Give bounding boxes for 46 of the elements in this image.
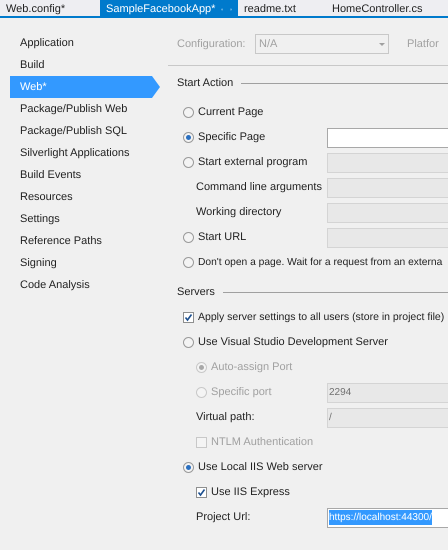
radio-button[interactable] — [183, 107, 194, 118]
option-label: Start URL — [198, 230, 246, 246]
radio-button[interactable] — [183, 157, 194, 168]
document-tab[interactable]: Web.config* — [0, 0, 100, 18]
sidebar-item[interactable]: Signing — [10, 252, 160, 274]
field-label: Virtual path: — [196, 410, 255, 426]
sidebar-item[interactable]: Package/Publish SQL — [10, 120, 160, 142]
option-label: Use Visual Studio Development Server — [198, 335, 388, 350]
option-label: Apply server settings to all users (store in project file) — [198, 310, 444, 325]
checkbox[interactable] — [183, 312, 194, 323]
radio-button[interactable] — [183, 462, 194, 473]
input-field[interactable] — [327, 128, 448, 148]
field-label: Command line arguments — [196, 180, 322, 196]
sidebar-item[interactable]: Build — [10, 54, 160, 76]
sidebar-item[interactable]: Application — [10, 32, 160, 54]
field-label: Project Url: — [196, 510, 250, 526]
sidebar-item[interactable]: Build Events — [10, 164, 160, 186]
option-label: Current Page — [198, 105, 264, 120]
sidebar-item[interactable]: Package/Publish Web — [10, 98, 160, 120]
option-label: Use Local IIS Web server — [198, 460, 323, 476]
option-label: Auto-assign Port — [211, 360, 292, 376]
sidebar-item[interactable]: Reference Paths — [10, 230, 160, 252]
radio-button[interactable] — [183, 257, 194, 268]
option-label: Specific port — [211, 385, 272, 400]
option-label: Specific Page — [198, 130, 266, 146]
radio-button[interactable] — [183, 337, 194, 348]
configuration-label: Configuration: — [177, 36, 246, 52]
section-heading: Start Action — [177, 76, 234, 91]
sidebar-item[interactable]: Resources — [10, 186, 160, 208]
caret-icon — [379, 42, 385, 46]
radio-button[interactable] — [183, 232, 194, 243]
sidebar-item[interactable]: Settings — [10, 208, 160, 230]
document-tab[interactable]: SampleFacebookApp* — [100, 0, 238, 18]
platform-label: Platfor — [407, 36, 439, 52]
field-label: Working directory — [196, 205, 282, 220]
checkbox[interactable] — [196, 487, 207, 498]
sidebar-item[interactable]: Silverlight Applications — [10, 142, 160, 164]
option-label: Use IIS Express — [211, 485, 290, 500]
section-heading: Servers — [177, 284, 215, 300]
option-label: Don't open a page. Wait for a request from an externa — [198, 256, 442, 270]
option-label: Start external program — [198, 155, 308, 170]
sidebar-item[interactable]: Code Analysis — [10, 274, 160, 296]
radio-button[interactable] — [183, 132, 194, 143]
document-tab[interactable]: HomeController.cs — [326, 0, 446, 18]
option-label: NTLM Authentication — [211, 435, 314, 450]
document-tab[interactable]: readme.txt — [238, 0, 326, 18]
